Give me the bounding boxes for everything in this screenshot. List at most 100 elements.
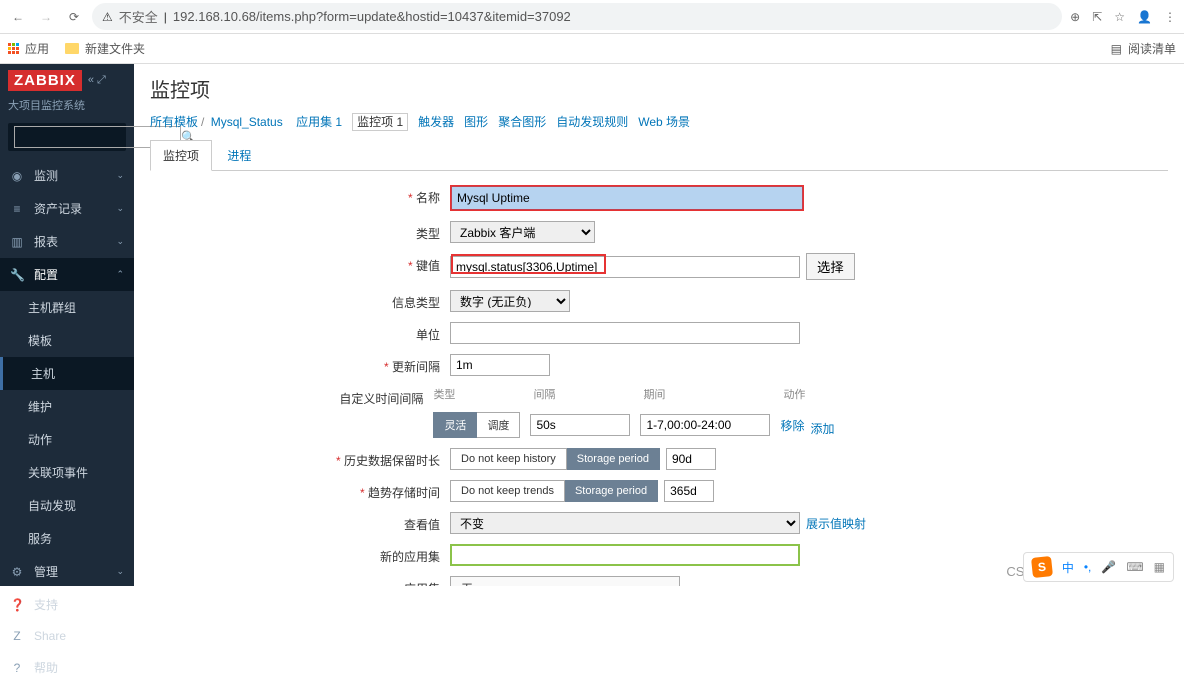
list-icon: ≡: [10, 202, 24, 216]
folder-icon: [65, 43, 79, 54]
label-unit: 单位: [150, 322, 450, 343]
gear-icon: ⚙: [10, 565, 24, 579]
nav-monitoring[interactable]: ◉监测⌄: [0, 159, 134, 192]
wrench-icon: 🔧: [10, 268, 24, 282]
ci-input-interval[interactable]: [530, 414, 630, 436]
ci-add[interactable]: 添加: [810, 422, 834, 436]
nav-help[interactable]: ?帮助: [0, 651, 134, 684]
btn-history-storage[interactable]: Storage period: [567, 448, 660, 470]
ci-btn-flex[interactable]: 灵活: [433, 412, 477, 438]
ci-btn-schedule[interactable]: 调度: [477, 412, 520, 438]
ime-mic-icon[interactable]: 🎤: [1101, 560, 1116, 574]
select-value-map[interactable]: 不变: [450, 512, 800, 534]
translate-icon[interactable]: ⊕: [1070, 10, 1080, 24]
chart-icon: ▥: [10, 235, 24, 249]
label-type: 类型: [150, 221, 450, 242]
ci-th-type: 类型: [433, 386, 523, 406]
nav-inventory[interactable]: ≡资产记录⌄: [0, 192, 134, 225]
reload-icon[interactable]: ⟳: [64, 7, 84, 27]
readlist-button[interactable]: ▤ 阅读清单: [1111, 40, 1176, 57]
label-new-app: 新的应用集: [150, 544, 450, 565]
label-history: 历史数据保留时长: [150, 448, 450, 469]
nav-maintenance[interactable]: 维护: [0, 390, 134, 423]
bc-trigger[interactable]: 触发器: [418, 115, 454, 129]
eye-icon: ◉: [10, 169, 24, 183]
nav-templates[interactable]: 模板: [0, 324, 134, 357]
ci-input-period[interactable]: [640, 414, 770, 436]
ci-th-period: 期间: [643, 386, 773, 406]
ime-keyboard-icon[interactable]: ⌨: [1126, 560, 1143, 574]
chevron-icon: ⌄: [116, 203, 124, 214]
nav-hosts[interactable]: 主机: [0, 357, 134, 390]
btn-key-select[interactable]: 选择: [806, 253, 855, 280]
listbox-apps[interactable]: -无- MySQL: [450, 576, 680, 586]
nav-admin[interactable]: ⚙管理⌄: [0, 555, 134, 588]
ime-toolbar[interactable]: S 中 •, 🎤 ⌨ ▦: [1023, 552, 1174, 582]
link-value-map[interactable]: 展示值映射: [806, 515, 866, 532]
profile-icon[interactable]: 👤: [1137, 10, 1152, 24]
bc-mysql-status[interactable]: Mysql_Status: [211, 115, 283, 129]
share-icon[interactable]: ⇱: [1092, 10, 1102, 24]
insecure-label: 不安全: [119, 7, 158, 26]
bc-discovery[interactable]: 自动发现规则: [556, 115, 628, 129]
ci-remove[interactable]: 移除: [780, 417, 804, 434]
input-name[interactable]: [452, 187, 802, 209]
collapse-icon[interactable]: « ⤢: [88, 74, 106, 87]
content-area: 监控项 所有模板/ Mysql_Status 应用集 1 监控项 1 触发器 图…: [134, 64, 1184, 586]
nav-services[interactable]: 服务: [0, 522, 134, 555]
nav-reports[interactable]: ▥报表⌄: [0, 225, 134, 258]
bc-app-set[interactable]: 应用集 1: [296, 115, 342, 129]
label-app: 应用集: [150, 576, 450, 586]
star-icon[interactable]: ☆: [1114, 10, 1125, 24]
nav-correlation[interactable]: 关联项事件: [0, 456, 134, 489]
nav-hostgroups[interactable]: 主机群组: [0, 291, 134, 324]
input-unit[interactable]: [450, 322, 800, 344]
input-trend-value[interactable]: [664, 480, 714, 502]
select-type[interactable]: Zabbix 客户端: [450, 221, 595, 243]
url-text: 192.168.10.68/items.php?form=update&host…: [173, 9, 571, 24]
search-box[interactable]: 🔍: [8, 123, 126, 151]
bc-web[interactable]: Web 场景: [638, 115, 690, 129]
input-new-app[interactable]: [450, 544, 800, 566]
btn-trend-nokeep[interactable]: Do not keep trends: [450, 480, 565, 502]
nav-support[interactable]: ❓支持: [0, 588, 134, 621]
btn-trend-storage[interactable]: Storage period: [565, 480, 658, 502]
input-key[interactable]: [450, 256, 800, 278]
app-option-none[interactable]: -无-: [453, 579, 677, 586]
folder-bookmark[interactable]: 新建文件夹: [65, 40, 145, 57]
nav-config[interactable]: 🔧配置⌃: [0, 258, 134, 291]
nav-share[interactable]: ZShare: [0, 621, 134, 651]
ci-th-interval: 间隔: [533, 386, 633, 406]
label-key: 键值: [150, 253, 450, 274]
label-value-map: 查看值: [150, 512, 450, 533]
ime-punct-icon[interactable]: •,: [1084, 560, 1092, 574]
bc-agg-graph[interactable]: 聚合图形: [498, 115, 546, 129]
ime-lang[interactable]: 中: [1062, 559, 1074, 576]
share-icon: Z: [10, 629, 24, 643]
btn-history-nokeep[interactable]: Do not keep history: [450, 448, 567, 470]
bookmark-bar: 应用 新建文件夹 ▤ 阅读清单: [0, 34, 1184, 64]
chevron-icon: ⌄: [116, 170, 124, 181]
label-name: 名称: [150, 185, 450, 206]
breadcrumb: 所有模板/ Mysql_Status 应用集 1 监控项 1 触发器 图形 聚合…: [150, 113, 1168, 130]
select-info-type[interactable]: 数字 (无正负): [450, 290, 570, 312]
logo[interactable]: ZABBIX: [8, 70, 82, 91]
apps-bookmark[interactable]: 应用: [8, 40, 49, 57]
nav-discovery[interactable]: 自动发现: [0, 489, 134, 522]
page-title: 监控项: [150, 74, 1168, 103]
tab-monitor[interactable]: 监控项: [150, 140, 212, 171]
tab-process[interactable]: 进程: [215, 141, 263, 170]
bc-graph[interactable]: 图形: [464, 115, 488, 129]
forward-icon[interactable]: →: [36, 7, 56, 27]
ime-menu-icon[interactable]: ▦: [1154, 560, 1165, 574]
nav-actions[interactable]: 动作: [0, 423, 134, 456]
input-interval[interactable]: [450, 354, 550, 376]
label-custom-interval: 自定义时间间隔: [150, 386, 433, 407]
bc-monitor-item[interactable]: 监控项 1: [352, 113, 408, 131]
url-bar[interactable]: ⚠ 不安全 | 192.168.10.68/items.php?form=upd…: [92, 3, 1062, 30]
input-history-value[interactable]: [666, 448, 716, 470]
support-icon: ❓: [10, 598, 24, 612]
bc-all-templates[interactable]: 所有模板: [150, 115, 198, 129]
menu-icon[interactable]: ⋮: [1164, 10, 1176, 24]
back-icon[interactable]: ←: [8, 7, 28, 27]
